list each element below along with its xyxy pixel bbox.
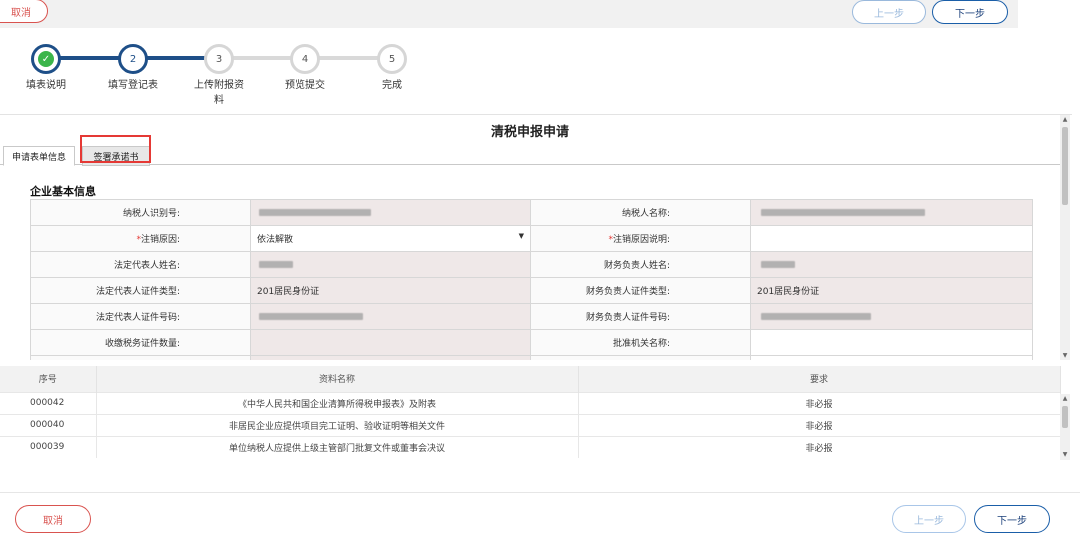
- row-seq: 000042: [0, 391, 97, 414]
- finance-head-id-type-label: 财务负责人证件类型:: [530, 277, 751, 304]
- tab-application-info[interactable]: 申请表单信息: [3, 146, 75, 166]
- scroll-down-icon[interactable]: ▼: [1060, 351, 1070, 360]
- col-header-name: 资料名称: [96, 366, 579, 392]
- cancel-button[interactable]: 取消: [15, 505, 91, 533]
- scroll-up-icon[interactable]: ▲: [1060, 394, 1070, 404]
- redacted-value: [761, 312, 871, 320]
- cancel-reason-label: *注销原因:: [30, 225, 251, 252]
- row-name: 单位纳税人应提供上级主管部门批复文件或董事会决议: [96, 435, 579, 458]
- legal-rep-name-field: [250, 251, 531, 278]
- table-row[interactable]: 000039 单位纳税人应提供上级主管部门批复文件或董事会决议 非必报: [0, 435, 1061, 458]
- next-step-button[interactable]: 下一步: [974, 505, 1050, 533]
- dropdown-arrow-icon: ▼: [518, 232, 524, 240]
- step-2-label: 填写登记表: [108, 80, 158, 91]
- cancel-reason-desc-label-text: 注销原因说明:: [612, 235, 670, 245]
- form-frame: 清税申报申请 申请表单信息 签署承诺书 企业基本信息 纳税人识别号: 纳税人名称…: [0, 114, 1072, 360]
- table-row: [30, 355, 1033, 360]
- step-connector-3-4: [232, 56, 292, 60]
- step-connector-2-3: [146, 56, 206, 60]
- taxpayer-id-field: [250, 199, 531, 226]
- step-3-label: 上传附报资料: [194, 80, 244, 106]
- app-window: 取消 上一步 下一步 ✓ 填表说明 2 填写登记表 3 上传附报资料 4 预览提…: [0, 0, 1080, 546]
- attachments-panel: 序号 资料名称 要求 000042 《中华人民共和国企业清算所得税申报表》及附表…: [0, 366, 1072, 462]
- finance-head-name-label: 财务负责人姓名:: [530, 251, 751, 278]
- approval-authority-label: 批准机关名称:: [530, 329, 751, 356]
- step-5-label: 完成: [382, 80, 402, 91]
- scrollbar-thumb[interactable]: [1062, 406, 1068, 428]
- cancel-reason-select[interactable]: 依法解散 ▼: [250, 225, 531, 252]
- section-title: 企业基本信息: [30, 185, 96, 198]
- table-row[interactable]: 000040 非居民企业应提供项目完工证明、验收证明等相关文件 非必报: [0, 413, 1061, 436]
- table-row: 收缴税务证件数量: 批准机关名称:: [30, 329, 1033, 356]
- legal-rep-id-type-field: 201居民身份证: [250, 277, 531, 304]
- approval-authority-input[interactable]: [750, 329, 1033, 356]
- form-tabs: 申请表单信息 签署承诺书: [0, 143, 1060, 166]
- tax-cert-count-label: 收缴税务证件数量:: [30, 329, 251, 356]
- top-cancel-button[interactable]: 取消: [0, 0, 48, 23]
- taxpayer-name-field: [750, 199, 1033, 226]
- tax-cert-count-field: [250, 329, 531, 356]
- finance-head-id-no-field: [750, 303, 1033, 330]
- legal-rep-id-type-label: 法定代表人证件类型:: [30, 277, 251, 304]
- legal-rep-id-no-field: [250, 303, 531, 330]
- prev-step-button[interactable]: 上一步: [892, 505, 966, 533]
- row-requirement: 非必报: [578, 391, 1061, 414]
- finance-head-id-no-label: 财务负责人证件号码:: [530, 303, 751, 330]
- row-requirement: 非必报: [578, 413, 1061, 436]
- scroll-down-icon[interactable]: ▼: [1060, 450, 1070, 460]
- finance-head-name-field: [750, 251, 1033, 278]
- finance-head-id-type-field: 201居民身份证: [750, 277, 1033, 304]
- taxpayer-id-label: 纳税人识别号:: [30, 199, 251, 226]
- progress-stepper: ✓ 填表说明 2 填写登记表 3 上传附报资料 4 预览提交 5 完成: [0, 40, 460, 120]
- top-toolbar: 取消 上一步 下一步: [0, 0, 1018, 28]
- step-4-label: 预览提交: [285, 80, 325, 91]
- redacted-value: [259, 312, 363, 320]
- row-seq: 000039: [0, 435, 97, 458]
- checkmark-icon: ✓: [38, 51, 54, 67]
- cancel-reason-label-text: 注销原因:: [140, 235, 180, 245]
- attachments-scrollbar[interactable]: ▲ ▼: [1060, 394, 1070, 460]
- table-row: *注销原因: 依法解散 ▼ *注销原因说明:: [30, 225, 1033, 252]
- form-scrollbar[interactable]: ▲ ▼: [1060, 115, 1070, 360]
- step-3-circle[interactable]: 3: [204, 44, 234, 74]
- top-prev-button[interactable]: 上一步: [852, 0, 926, 24]
- redacted-value: [259, 208, 371, 216]
- step-4-circle[interactable]: 4: [290, 44, 320, 74]
- redacted-value: [259, 260, 293, 268]
- redacted-value: [761, 208, 925, 216]
- bottom-action-bar: 取消 上一步 下一步: [0, 492, 1080, 546]
- col-header-requirement: 要求: [578, 366, 1061, 392]
- step-connector-1-2: [60, 56, 120, 60]
- table-header-row: 序号 资料名称 要求: [0, 366, 1061, 392]
- table-row: 法定代表人证件号码: 财务负责人证件号码:: [30, 303, 1033, 330]
- table-row: 纳税人识别号: 纳税人名称:: [30, 199, 1033, 226]
- enterprise-info-table: 纳税人识别号: 纳税人名称: *注销原因: 依法解散 ▼ *注销原因说明: 法定代…: [30, 199, 1033, 360]
- top-next-button[interactable]: 下一步: [932, 0, 1008, 24]
- row-name: 《中华人民共和国企业清算所得税申报表》及附表: [96, 391, 579, 414]
- step-1-circle[interactable]: ✓: [31, 44, 61, 74]
- tab-sign-commitment[interactable]: 签署承诺书: [82, 146, 150, 166]
- table-row[interactable]: 000042 《中华人民共和国企业清算所得税申报表》及附表 非必报: [0, 391, 1061, 414]
- table-row: 法定代表人证件类型: 201居民身份证 财务负责人证件类型: 201居民身份证: [30, 277, 1033, 304]
- step-connector-4-5: [318, 56, 378, 60]
- step-2-circle[interactable]: 2: [118, 44, 148, 74]
- scrollbar-thumb[interactable]: [1062, 127, 1068, 205]
- cancel-reason-desc-label: *注销原因说明:: [530, 225, 751, 252]
- cancel-reason-desc-input[interactable]: [750, 225, 1033, 252]
- attachments-table: 序号 资料名称 要求 000042 《中华人民共和国企业清算所得税申报表》及附表…: [0, 366, 1061, 458]
- row-requirement: 非必报: [578, 435, 1061, 458]
- step-5-circle[interactable]: 5: [377, 44, 407, 74]
- step-1-label: 填表说明: [26, 80, 66, 91]
- col-header-seq: 序号: [0, 366, 97, 392]
- redacted-value: [761, 260, 795, 268]
- page-title: 清税申报申请: [490, 125, 569, 140]
- legal-rep-id-no-label: 法定代表人证件号码:: [30, 303, 251, 330]
- cancel-reason-value: 依法解散: [257, 235, 294, 245]
- table-row: 法定代表人姓名: 财务负责人姓名:: [30, 251, 1033, 278]
- legal-rep-name-label: 法定代表人姓名:: [30, 251, 251, 278]
- row-name: 非居民企业应提供项目完工证明、验收证明等相关文件: [96, 413, 579, 436]
- taxpayer-name-label: 纳税人名称:: [530, 199, 751, 226]
- scroll-up-icon[interactable]: ▲: [1060, 115, 1070, 125]
- row-seq: 000040: [0, 413, 97, 436]
